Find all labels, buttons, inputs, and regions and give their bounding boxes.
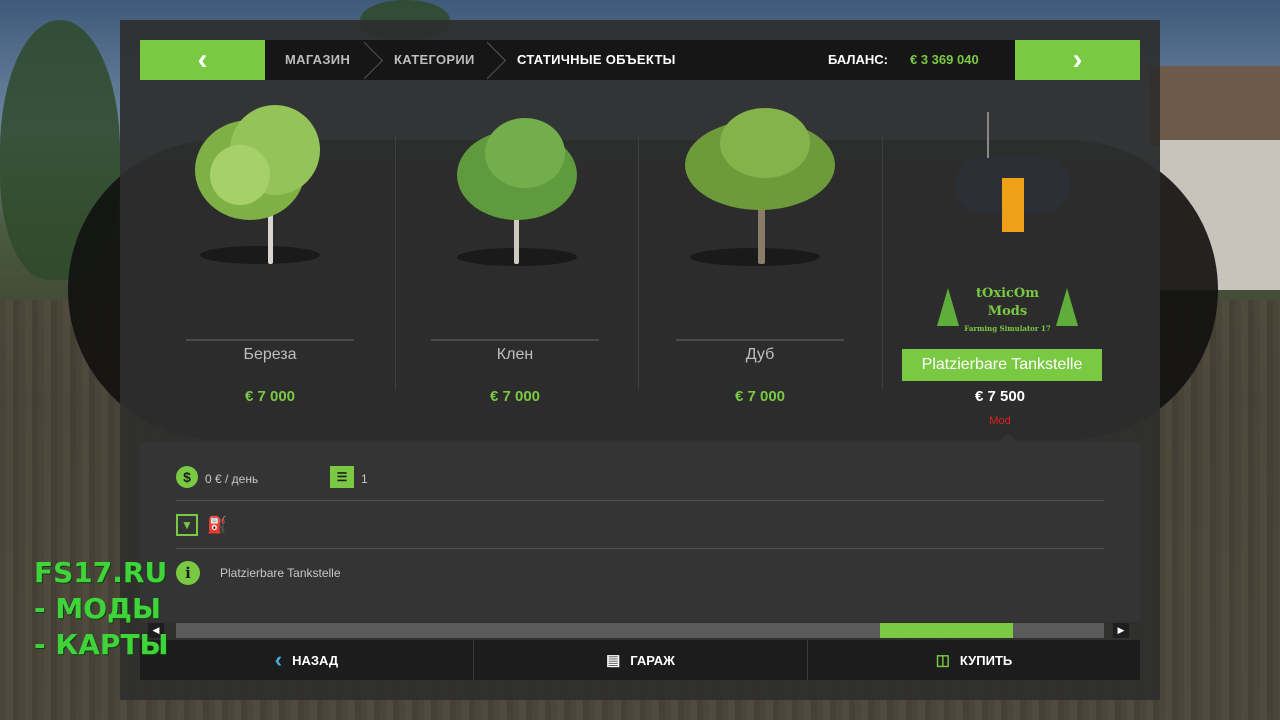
details-divider	[176, 500, 1104, 501]
info-icon: i	[176, 561, 200, 585]
item-name: Береза	[243, 346, 297, 363]
item-price: € 7 000	[734, 388, 786, 405]
mod-author-logo: tOxicOm Mods Farming Simulator 17	[935, 282, 1080, 340]
storage-count: 1	[361, 472, 368, 486]
logo-line1: tOxicOm	[975, 286, 1039, 301]
item-divider-line	[431, 339, 599, 341]
bottom-action-bar: ‹ НАЗАД ▤ ГАРАЖ ◫ КУПИТЬ	[140, 640, 1140, 680]
breadcrumb-shop[interactable]: МАГАЗИН	[285, 40, 350, 80]
scroll-right-button[interactable]: ▶	[1113, 623, 1129, 638]
watermark-line2: - МОДЫ	[34, 592, 161, 625]
shop-item-maple[interactable]: Клен € 7 000	[395, 90, 635, 435]
top-bar: ‹ МАГАЗИН КАТЕГОРИИ СТАТИЧНЫЕ ОБЪЕКТЫ БА…	[140, 40, 1140, 80]
watermark-line3: - КАРТЫ	[34, 628, 169, 661]
watermark-line1: FS17.RU	[34, 556, 168, 589]
next-page-button[interactable]: ›	[1015, 40, 1140, 80]
background-roof	[1150, 66, 1280, 146]
tree-shadow	[690, 248, 820, 266]
item-name: Platzierbare Tankstelle	[902, 349, 1102, 381]
chevron-left-icon: ‹	[197, 43, 208, 76]
column-divider	[638, 135, 639, 390]
shopping-basket-icon: ◫	[935, 652, 950, 669]
breadcrumb-separator	[487, 40, 509, 80]
garage-label: ГАРАЖ	[630, 652, 675, 668]
item-price: € 7 500	[974, 388, 1026, 405]
buy-label: КУПИТЬ	[959, 652, 1013, 668]
back-button[interactable]: ‹ НАЗАД	[140, 640, 473, 680]
upkeep-money-icon: $	[176, 466, 198, 488]
tree-shadow	[200, 246, 320, 264]
back-label: НАЗАД	[292, 652, 339, 668]
upkeep-value: 0 € / день	[205, 472, 259, 486]
item-description: Platzierbare Tankstelle	[220, 566, 341, 580]
balance-value: € 3 369 040	[910, 52, 979, 67]
shop-item-oak[interactable]: Дуб € 7 000	[640, 90, 880, 435]
breadcrumb-static-objects: СТАТИЧНЫЕ ОБЪЕКТЫ	[517, 52, 676, 67]
logo-line2: Mods	[987, 304, 1028, 319]
buy-button[interactable]: ◫ КУПИТЬ	[808, 640, 1140, 680]
breadcrumb-separator	[364, 40, 386, 80]
fill-type-icon: ▼	[176, 514, 198, 536]
item-name: Дуб	[745, 346, 775, 363]
previous-page-button[interactable]: ‹	[140, 40, 265, 80]
item-divider-line	[186, 339, 354, 341]
chevron-left-icon: ‹	[274, 647, 283, 672]
tank-antenna	[987, 112, 989, 162]
garage-icon: ▤	[606, 652, 621, 669]
fuel-pump-image	[1002, 178, 1024, 232]
shop-item-birch[interactable]: Береза € 7 000	[150, 90, 390, 435]
breadcrumb-categories[interactable]: КАТЕГОРИИ	[394, 40, 475, 80]
item-price: € 7 000	[244, 388, 296, 405]
item-name: Клен	[496, 346, 534, 363]
balance-label: БАЛАНС:	[828, 52, 889, 67]
item-price: € 7 000	[489, 388, 541, 405]
garage-button[interactable]: ▤ ГАРАЖ	[474, 640, 807, 680]
details-divider	[176, 548, 1104, 549]
shop-item-tankstelle[interactable]: Platzierbare Tankstelle € 7 500 Mod	[880, 90, 1120, 435]
item-divider-line	[676, 339, 844, 341]
scrollbar-thumb[interactable]	[879, 623, 1013, 638]
storage-icon: ☰	[330, 466, 354, 488]
chevron-right-icon: ›	[1072, 43, 1083, 76]
fuel-icon: ⛽	[207, 517, 227, 534]
logo-line3: Farming Simulator 17	[964, 324, 1051, 333]
mod-tag: Mod	[989, 415, 1011, 427]
item-details-panel: $ 0 € / день ☰ 1 ▼ ⛽ Platzierbare Tankst…	[140, 442, 1140, 622]
